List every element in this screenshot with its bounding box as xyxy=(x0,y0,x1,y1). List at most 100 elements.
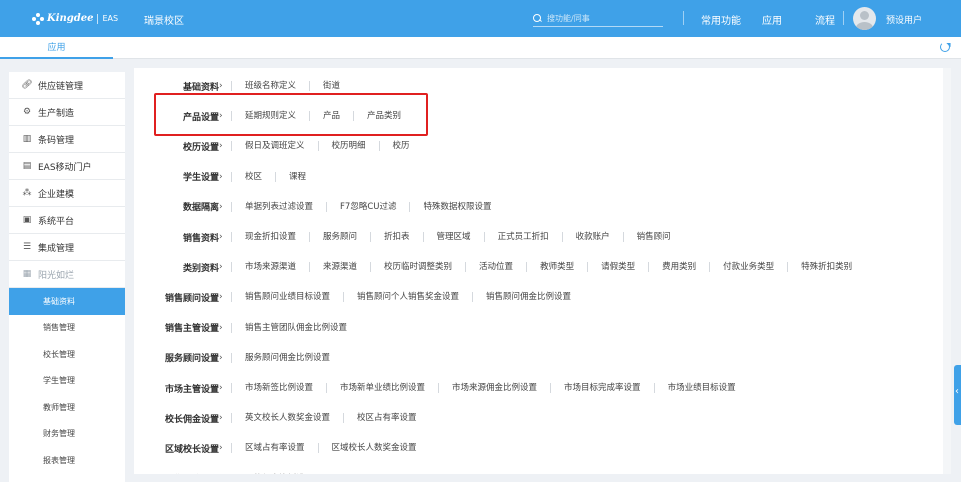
function-link[interactable]: 市场目标完成率设置 xyxy=(550,383,654,393)
tab-apps[interactable]: 应用 xyxy=(0,37,113,59)
function-link[interactable]: 校历明细 xyxy=(317,141,379,152)
function-link[interactable]: 市场来源渠道 xyxy=(231,262,309,273)
sidebar-subitem-reports[interactable]: 报表管理 xyxy=(9,447,125,474)
function-link[interactable]: 管理区域 xyxy=(422,232,484,242)
collapse-handle[interactable] xyxy=(954,365,961,425)
function-link[interactable]: 假日及调班定义 xyxy=(231,141,318,152)
function-link[interactable]: 课程 xyxy=(275,171,319,182)
sidebar-item-label: 企业建模 xyxy=(38,189,75,200)
search-input[interactable] xyxy=(547,14,657,23)
user-name[interactable]: 预设用户 xyxy=(886,13,922,26)
scrollbar[interactable] xyxy=(943,68,951,474)
sidebar-item-system-platform[interactable]: ▣ 系统平台 xyxy=(9,207,125,234)
row-category-label[interactable]: 销售顾问设置 xyxy=(134,291,219,304)
function-link[interactable]: 收款账户 xyxy=(561,232,623,242)
row-links: 单据列表过滤设置 F7忽略CU过滤 特殊数据权限设置 xyxy=(231,201,505,212)
chevron-right-icon: › xyxy=(219,171,223,182)
nav-workflow[interactable]: 流程 xyxy=(815,12,835,27)
sidebar-item-integration[interactable]: ☰ 集成管理 xyxy=(9,234,125,261)
campus-name[interactable]: 瑞景校区 xyxy=(144,12,184,27)
chevron-right-icon: › xyxy=(219,81,223,91)
sidebar-subitem-sales[interactable]: 销售管理 xyxy=(9,315,125,342)
row-category-label[interactable]: 服务顾问设置 xyxy=(134,351,219,364)
function-link[interactable]: 服务顾问佣金比例设置 xyxy=(231,352,343,363)
sidebar-item-manufacturing[interactable]: ⚙ 生产制造 xyxy=(9,99,125,126)
function-link[interactable]: 英文校长人数奖金设置 xyxy=(231,413,343,424)
function-link[interactable]: 销售顾问佣金比例设置 xyxy=(472,292,584,303)
search-box[interactable] xyxy=(533,11,663,27)
function-link[interactable]: 特殊数据权限设置 xyxy=(409,201,504,212)
chevron-right-icon: › xyxy=(219,443,223,454)
sidebar-item-custom-module[interactable]: ▦ 阳光如烂 xyxy=(9,261,125,288)
function-link[interactable]: 校区 xyxy=(231,171,275,182)
function-link[interactable]: 销售顾问个人销售奖金设置 xyxy=(343,292,472,303)
row-category-label[interactable]: 区域校长设置 xyxy=(134,442,219,455)
function-link[interactable]: 现金折扣设置 xyxy=(231,232,309,242)
function-link[interactable]: 校区占有率设置 xyxy=(343,413,430,424)
function-link[interactable]: 服务顾问 xyxy=(309,232,370,242)
refresh-icon[interactable] xyxy=(940,42,950,52)
function-row: 销售主管设置 › 销售主管团队佣金比例设置 xyxy=(134,321,360,335)
function-link[interactable]: 校历临时调整类别 xyxy=(370,262,465,273)
stack-icon: ☰ xyxy=(22,242,32,252)
sidebar-item-barcode[interactable]: ▥ 条码管理 xyxy=(9,126,125,153)
function-link[interactable]: 付款业务类型 xyxy=(709,262,787,273)
function-link[interactable]: 区域校长人数奖金设置 xyxy=(317,443,430,454)
sidebar-item-label: 供应链管理 xyxy=(38,81,84,92)
function-panel: 基础资料 › 班级名称定义 街道 产品设置 › 延期规则定义 产品 产品类别 校历设置 › 假日及调班… xyxy=(134,68,951,474)
row-links: 班级名称定义 街道 xyxy=(231,81,353,91)
sidebar-item-mobile-portal[interactable]: ▤ EAS移动门户 xyxy=(9,153,125,180)
row-category-label[interactable]: 销售回款设置 xyxy=(134,472,219,474)
row-category-label[interactable]: 销售资料 xyxy=(134,231,219,244)
nav-apps[interactable]: 应用 xyxy=(762,12,782,27)
function-row: 数据隔离 › 单据列表过滤设置 F7忽略CU过滤 特殊数据权限设置 xyxy=(134,200,505,214)
function-link[interactable]: 销售主管团队佣金比例设置 xyxy=(231,322,360,333)
function-row: 学生设置 › 校区 课程 xyxy=(134,170,319,184)
search-icon[interactable] xyxy=(533,14,542,23)
function-link[interactable]: 请假类型 xyxy=(587,262,648,273)
function-link[interactable]: 折扣表 xyxy=(370,232,423,242)
function-link[interactable]: 活动位置 xyxy=(465,262,526,273)
function-link[interactable]: 街道 xyxy=(309,81,353,91)
function-link[interactable]: 校历 xyxy=(378,141,423,152)
function-link[interactable]: F7忽略CU过滤 xyxy=(326,201,409,212)
row-links: 销售顾问业绩目标设置 销售顾问个人销售奖金设置 销售顾问佣金比例设置 xyxy=(231,292,584,303)
function-link[interactable]: 市场来源佣金比例设置 xyxy=(438,383,550,393)
user-avatar[interactable] xyxy=(853,7,876,30)
function-link[interactable]: 单据列表过滤设置 xyxy=(231,201,326,212)
sidebar-subitem-teacher[interactable]: 教师管理 xyxy=(9,394,125,421)
nav-common-functions[interactable]: 常用功能 xyxy=(701,12,741,27)
row-category-label[interactable]: 校历设置 xyxy=(134,140,219,153)
function-link[interactable]: 教师类型 xyxy=(526,262,587,273)
row-category-label[interactable]: 类别资料 xyxy=(134,261,219,274)
function-link[interactable]: 市场新签比例设置 xyxy=(231,383,326,393)
function-link[interactable]: 正式员工折扣 xyxy=(483,232,562,242)
function-link[interactable]: 区域占有率设置 xyxy=(231,443,318,454)
sidebar-item-enterprise-modeling[interactable]: ⁂ 企业建模 xyxy=(9,180,125,207)
function-link[interactable]: 费用类别 xyxy=(648,262,709,273)
function-link[interactable]: 特殊折扣类别 xyxy=(787,262,865,273)
function-link[interactable]: 市场业绩目标设置 xyxy=(653,383,749,393)
chevron-right-icon: › xyxy=(219,262,223,273)
row-category-label[interactable]: 销售主管设置 xyxy=(134,321,219,334)
row-category-label[interactable]: 市场主管设置 xyxy=(134,382,219,395)
sidebar-subitem-student[interactable]: 学生管理 xyxy=(9,368,125,395)
sidebar-subitem-principal[interactable]: 校长管理 xyxy=(9,341,125,368)
function-link[interactable]: 销售顾问 xyxy=(622,232,684,242)
function-link[interactable]: 来源渠道 xyxy=(309,262,370,273)
sidebar-subitem-finance[interactable]: 财务管理 xyxy=(9,421,125,448)
function-row: 销售顾问设置 › 销售顾问业绩目标设置 销售顾问个人销售奖金设置 销售顾问佣金比例设置 xyxy=(134,290,584,304)
function-link[interactable]: 市场新单业绩比例设置 xyxy=(326,383,438,393)
function-link[interactable]: 销售顾问业绩目标设置 xyxy=(231,292,343,303)
sidebar-item-label: 阳光如烂 xyxy=(38,270,75,281)
function-link[interactable]: 班级名称定义 xyxy=(231,81,309,91)
sidebar-subitem-basic-data[interactable]: 基础资料 xyxy=(9,288,125,315)
row-category-label[interactable]: 校长佣金设置 xyxy=(134,412,219,425)
row-category-label[interactable]: 学生设置 xyxy=(134,170,219,183)
sidebar-item-supply-chain[interactable]: 🔗︎ 供应链管理 xyxy=(9,72,125,99)
chevron-right-icon: › xyxy=(219,141,223,152)
row-category-label[interactable]: 基础资料 xyxy=(134,80,219,93)
row-links: 市场新签比例设置 市场新单业绩比例设置 市场来源佣金比例设置 市场目标完成率设置 市场业… xyxy=(231,383,749,393)
row-category-label[interactable]: 数据隔离 xyxy=(134,200,219,213)
kingdee-logo[interactable]: Kingdee EAS xyxy=(32,11,118,26)
